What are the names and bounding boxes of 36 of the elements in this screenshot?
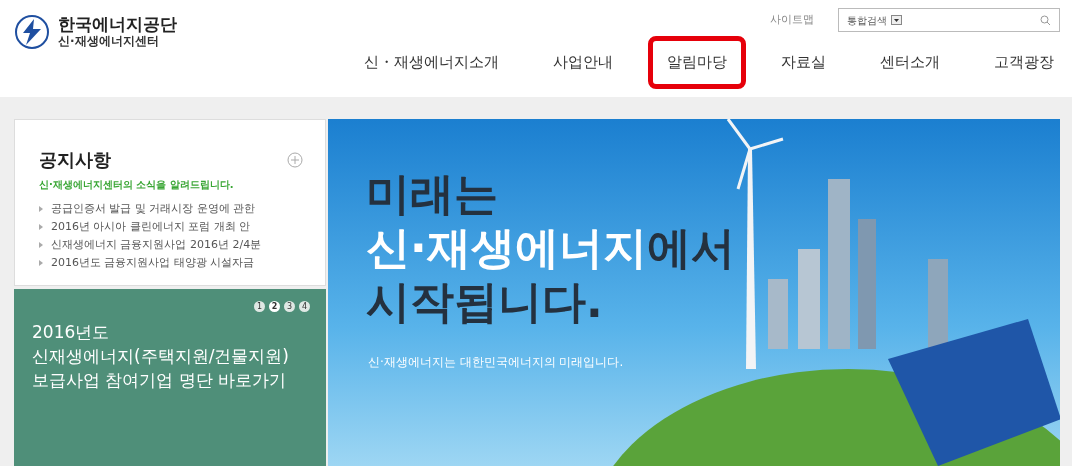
banner-headline: 미래는 bbox=[366, 167, 499, 221]
logo-subtitle: 신·재생에너지센터 bbox=[58, 34, 160, 49]
search-icon[interactable] bbox=[1040, 14, 1051, 26]
plus-icon[interactable] bbox=[287, 151, 303, 168]
banner-headline: 신·재생에너지에서 bbox=[366, 221, 735, 275]
nav-tab[interactable]: 신・재생에너지소개 bbox=[345, 36, 518, 89]
nav-tab[interactable]: 센터소개 bbox=[861, 36, 959, 89]
promo-panel[interactable]: 1 2 3 4 2016년도 신재생에너지(주택지원/건물지원) 보급사업 참여기업 명단 바로가기 bbox=[14, 289, 326, 466]
nav-tab[interactable]: 자료실 bbox=[762, 36, 845, 89]
search-field[interactable]: 통합검색 bbox=[838, 8, 1060, 32]
logo-title: 한국에너지공단 bbox=[58, 15, 177, 35]
notice-link[interactable]: 신재생에너지 금융지원사업 2016년 2/4분 bbox=[51, 236, 262, 254]
nav-tab[interactable]: 사업안내 bbox=[534, 36, 632, 89]
notice-link[interactable]: 2016년 아시아 클린에너지 포럼 개최 안 bbox=[51, 218, 251, 236]
page-dot[interactable]: 3 bbox=[284, 301, 295, 312]
bullet-icon bbox=[39, 242, 43, 248]
page-dot[interactable]: 2 bbox=[269, 301, 280, 312]
page-dot[interactable]: 1 bbox=[254, 301, 265, 312]
banner-headline: 시작됩니다. bbox=[366, 275, 604, 329]
nav-tab[interactable]: 고객광장 bbox=[975, 36, 1072, 89]
promo-text: 2016년도 bbox=[32, 321, 111, 344]
logo-icon bbox=[14, 14, 50, 50]
promo-text: 보급사업 참여기업 명단 바로가기 bbox=[32, 369, 288, 392]
sitemap-link[interactable]: 사이트맵 bbox=[770, 11, 814, 29]
notice-link[interactable]: 2016년도 금융지원사업 태양광 시설자금 bbox=[51, 254, 255, 272]
bullet-icon bbox=[39, 206, 43, 212]
nav-tab[interactable]: 알림마당 bbox=[648, 36, 746, 89]
notice-title: 공지사항 bbox=[39, 148, 111, 172]
page-dot[interactable]: 4 bbox=[299, 301, 310, 312]
bullet-icon bbox=[39, 260, 43, 266]
promo-text: 신재생에너지(주택지원/건물지원) bbox=[32, 345, 290, 368]
dropdown-icon bbox=[891, 15, 902, 25]
notice-subtitle: 신·재생에너지센터의 소식을 알려드립니다. bbox=[39, 178, 235, 192]
notice-link[interactable]: 공급인증서 발급 및 거래시장 운영에 관한 bbox=[51, 200, 256, 218]
bullet-icon bbox=[39, 224, 43, 230]
banner-caption: 신·재생에너지는 대한민국에너지의 미래입니다. bbox=[368, 354, 624, 371]
